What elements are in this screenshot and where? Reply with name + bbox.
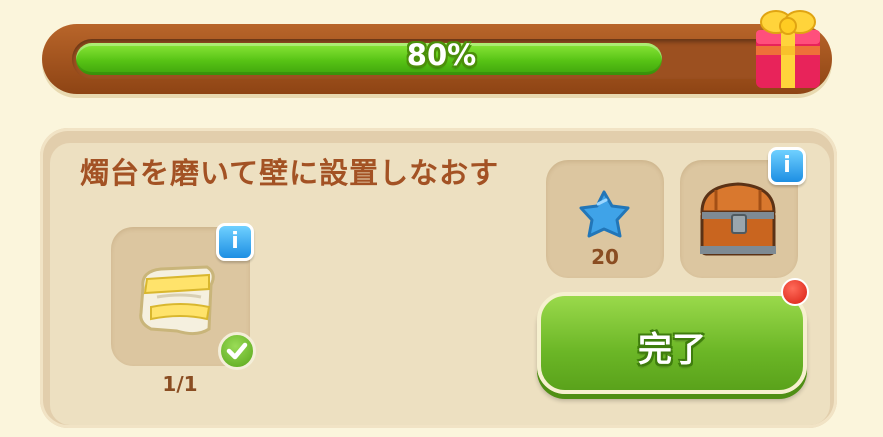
item-count: 1/1 — [162, 372, 198, 396]
item-info-icon[interactable]: i — [216, 223, 254, 261]
complete-button[interactable]: 完了 — [537, 292, 807, 394]
reward-star-value: 20 — [591, 245, 619, 269]
chest-info-icon[interactable]: i — [768, 147, 806, 185]
check-icon — [218, 332, 256, 370]
complete-button-label: 完了 — [638, 330, 706, 370]
task-title: 燭台を磨いて壁に設置しなおす — [80, 156, 500, 190]
gift-box-icon[interactable] — [748, 0, 828, 92]
notification-dot — [781, 278, 809, 306]
